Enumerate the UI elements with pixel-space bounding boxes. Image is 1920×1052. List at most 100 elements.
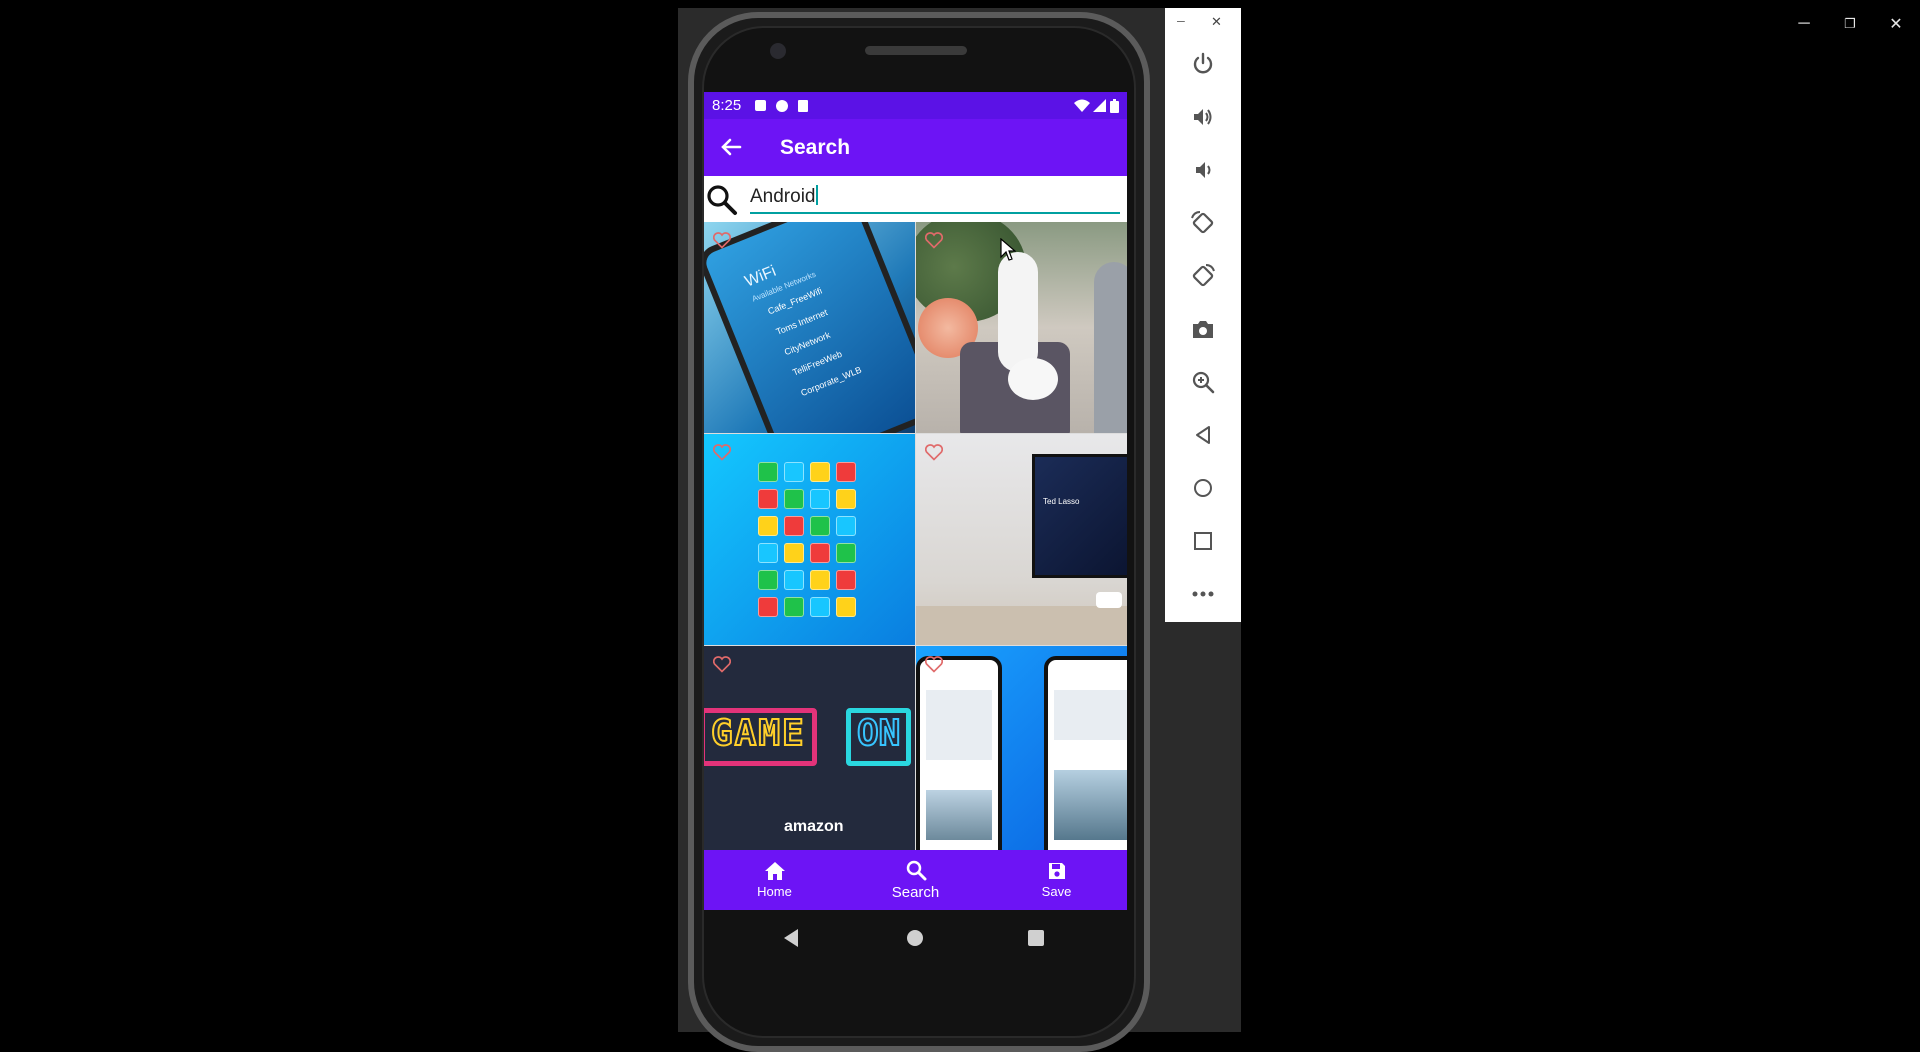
close-button[interactable]: ✕ <box>1876 14 1916 34</box>
image-tile-remote[interactable] <box>916 222 1127 433</box>
nav-item-save[interactable]: Save <box>986 850 1127 910</box>
color-block <box>836 570 856 590</box>
nav-item-search[interactable]: Search <box>845 850 986 910</box>
page-title: Search <box>780 136 851 159</box>
color-block <box>758 516 778 536</box>
text-caret <box>815 185 818 205</box>
heart-icon[interactable] <box>712 654 732 674</box>
game-word: GAME <box>704 708 817 766</box>
game-text: GAME <box>710 712 806 755</box>
tv-label: Ted Lasso <box>1043 497 1080 506</box>
color-block <box>810 570 830 590</box>
wifi-icon <box>1074 99 1090 112</box>
image-tile-wifi[interactable]: WiFi Available Networks Cafe_FreeWifi To… <box>704 222 915 433</box>
rotate-left-button[interactable] <box>1165 197 1241 249</box>
search-input[interactable]: Android <box>750 182 1120 214</box>
heart-icon[interactable] <box>924 442 944 462</box>
overview-square-icon[interactable] <box>1028 930 1044 946</box>
toolbar-minimize-button[interactable]: – <box>1177 12 1185 28</box>
overview-button[interactable] <box>1165 515 1241 567</box>
heart-icon[interactable] <box>712 442 732 462</box>
image-tile-blocks[interactable] <box>704 434 915 645</box>
color-block <box>836 516 856 536</box>
color-block <box>784 570 804 590</box>
toolbar-close-button[interactable]: ✕ <box>1211 14 1222 30</box>
volume-down-icon <box>1196 162 1211 178</box>
image-grid: WiFi Available Networks Cafe_FreeWifi To… <box>704 222 1127 850</box>
search-bar: Android <box>704 176 1127 224</box>
color-block <box>810 597 830 617</box>
color-block <box>758 597 778 617</box>
status-bar: 8:25 <box>704 92 1127 119</box>
save-icon <box>1048 863 1065 879</box>
device-graphic <box>1096 592 1122 608</box>
mouse-cursor-icon <box>1000 238 1016 261</box>
amazon-logo: amazon <box>784 818 844 835</box>
tv-graphic: Ted Lasso <box>1032 454 1127 578</box>
heart-icon[interactable] <box>924 230 944 250</box>
camera-icon <box>1193 321 1213 338</box>
speaker-graphic <box>1094 262 1127 433</box>
rotate-right-button[interactable] <box>1165 250 1241 302</box>
minimize-button[interactable]: ─ <box>1784 14 1824 34</box>
home-button[interactable] <box>1165 462 1241 514</box>
volume-up-icon <box>1194 109 1212 125</box>
home-icon <box>764 862 785 880</box>
app-screen: 8:25 Search Android WiFi Available Netwo <box>704 92 1127 910</box>
color-block <box>810 489 830 509</box>
color-block <box>784 543 804 563</box>
zoom-button[interactable] <box>1165 356 1241 408</box>
rotate-right-icon <box>1192 264 1215 287</box>
rotate-left-icon <box>1191 211 1214 234</box>
nav-item-home[interactable]: Home <box>704 850 845 910</box>
more-icon <box>1192 591 1214 597</box>
on-word: ON <box>846 708 912 766</box>
back-triangle-icon[interactable] <box>782 928 800 948</box>
power-button[interactable] <box>1165 38 1241 90</box>
front-camera <box>770 43 786 59</box>
back-arrow-icon[interactable] <box>720 136 742 158</box>
shelf-graphic <box>916 606 1127 645</box>
color-block <box>810 462 830 482</box>
sd-card-icon <box>798 99 809 112</box>
app-bar: Search <box>704 119 1127 176</box>
color-block <box>836 489 856 509</box>
color-block <box>784 597 804 617</box>
status-time: 8:25 <box>712 97 742 114</box>
color-block <box>784 516 804 536</box>
blocks-grid <box>758 462 862 618</box>
emulator-toolbar: – ✕ <box>1165 8 1241 622</box>
more-button[interactable] <box>1165 568 1241 620</box>
color-block <box>784 462 804 482</box>
heart-icon[interactable] <box>924 654 944 674</box>
volume-up-button[interactable] <box>1165 91 1241 143</box>
battery-icon <box>1110 98 1119 113</box>
screenshot-button[interactable] <box>1165 303 1241 355</box>
back-button[interactable] <box>1165 409 1241 461</box>
color-block <box>758 570 778 590</box>
image-tile-phones[interactable] <box>916 646 1127 850</box>
search-icon <box>707 185 737 215</box>
restore-button[interactable]: ❐ <box>1830 14 1870 34</box>
chromecast-graphic <box>1008 358 1058 400</box>
search-icon <box>906 860 926 881</box>
home-circle-outline-icon <box>1194 479 1212 497</box>
nav-label: Home <box>757 884 792 899</box>
color-block <box>810 516 830 536</box>
volume-down-button[interactable] <box>1165 144 1241 196</box>
color-block <box>836 543 856 563</box>
search-text: Android <box>750 186 816 207</box>
nav-label: Save <box>1041 884 1072 899</box>
image-tile-game[interactable]: GAME ON amazon <box>704 646 915 850</box>
system-navigation-bar <box>704 910 1127 966</box>
cell-signal-icon <box>1093 99 1106 112</box>
phone-graphic: WiFi Available Networks Cafe_FreeWifi To… <box>704 222 915 433</box>
home-circle-icon[interactable] <box>906 929 924 947</box>
color-block <box>836 597 856 617</box>
image-tile-tv[interactable]: Ted Lasso <box>916 434 1127 645</box>
phone-mockup-left <box>916 656 1002 850</box>
heart-icon[interactable] <box>712 230 732 250</box>
color-block <box>758 489 778 509</box>
color-block <box>784 489 804 509</box>
power-icon <box>1193 52 1213 74</box>
